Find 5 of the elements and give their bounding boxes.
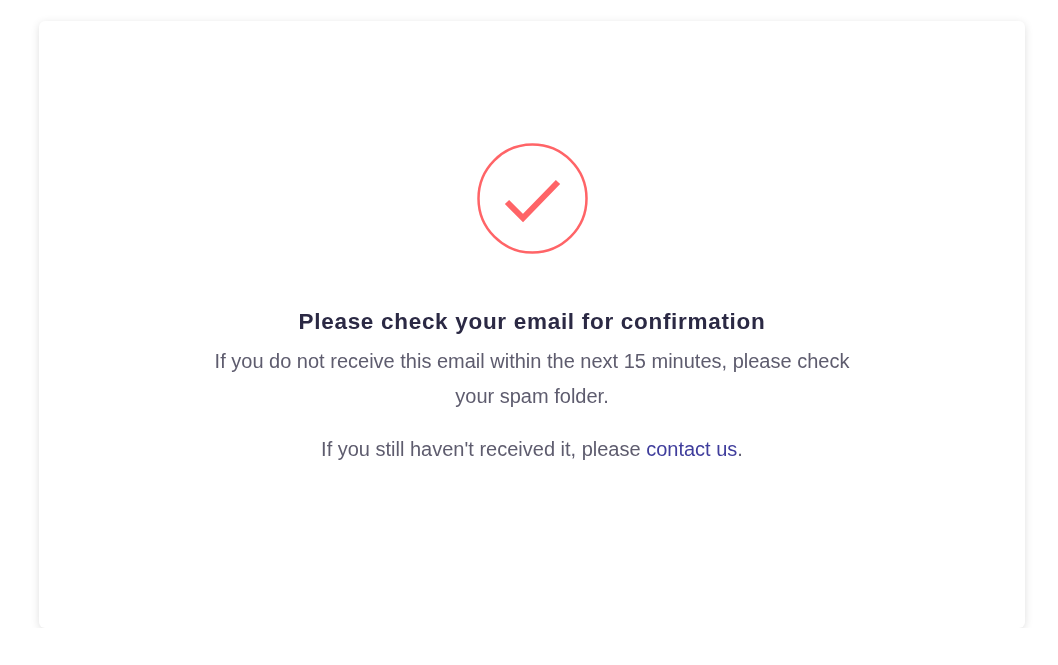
- checkmark-circle-icon: [476, 143, 588, 254]
- instruction-text: If you do not receive this email within the next 15 minutes, please check your spam folder.: [213, 349, 851, 409]
- confirmation-heading: Please check your email for confirmation: [298, 308, 766, 336]
- contact-us-link[interactable]: contact us: [646, 438, 738, 460]
- contact-text: If you still haven't received it, please contact us.: [321, 437, 743, 462]
